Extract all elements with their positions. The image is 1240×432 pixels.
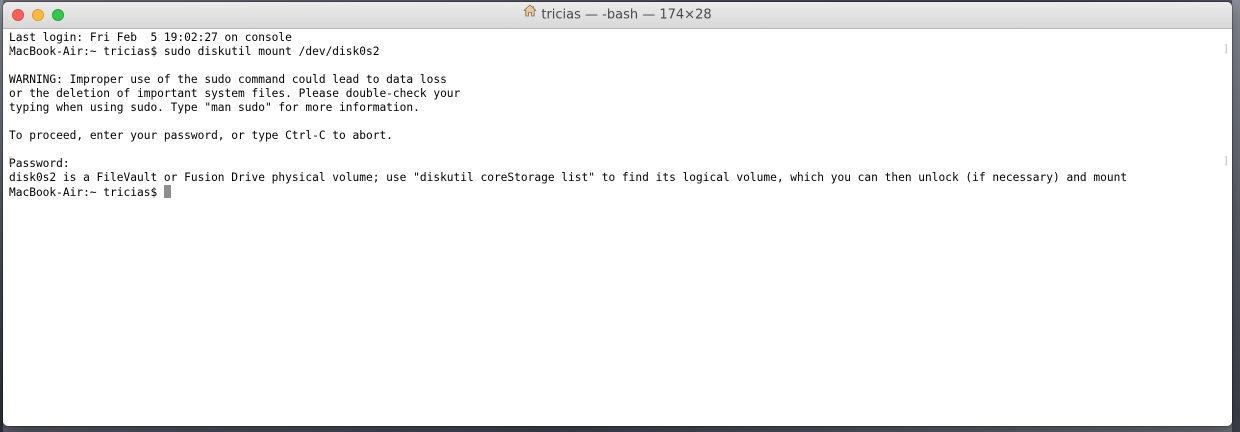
text-cursor [163, 185, 171, 198]
terminal-line: Last login: Fri Feb 5 19:02:27 on consol… [9, 31, 292, 44]
terminal-output[interactable]: [ ] [ ] Last login: Fri Feb 5 19:02:27 o… [3, 29, 1232, 426]
terminal-line: disk0s2 is a FileVault or Fusion Drive p… [9, 171, 1128, 184]
terminal-line: WARNING: Improper use of the sudo comman… [9, 73, 447, 86]
home-icon [523, 2, 537, 27]
mark-bracket-right: ] [1222, 44, 1229, 55]
terminal-line: typing when using sudo. Type "man sudo" … [9, 101, 420, 114]
terminal-window: tricias — -bash — 174×28 [ ] [ ] Last lo… [3, 2, 1232, 426]
window-title-text: tricias — -bash — 174×28 [541, 7, 712, 23]
title-bar[interactable]: tricias — -bash — 174×28 [3, 2, 1232, 29]
prompt-line[interactable]: MacBook-Air:~ tricias$ [9, 185, 1232, 199]
mark-bracket-right: ] [1222, 156, 1229, 167]
shell-prompt: MacBook-Air:~ tricias$ [9, 186, 164, 199]
terminal-line: To proceed, enter your password, or type… [9, 129, 393, 142]
terminal-line: or the deletion of important system file… [9, 87, 461, 100]
mark-bracket-left: [ [7, 156, 14, 167]
terminal-line: MacBook-Air:~ tricias$ sudo diskutil mou… [9, 45, 380, 58]
terminal-line: Password: [9, 157, 70, 170]
window-title: tricias — -bash — 174×28 [3, 2, 1232, 28]
mark-bracket-left: [ [7, 44, 14, 55]
desktop-background-right [1232, 0, 1240, 432]
